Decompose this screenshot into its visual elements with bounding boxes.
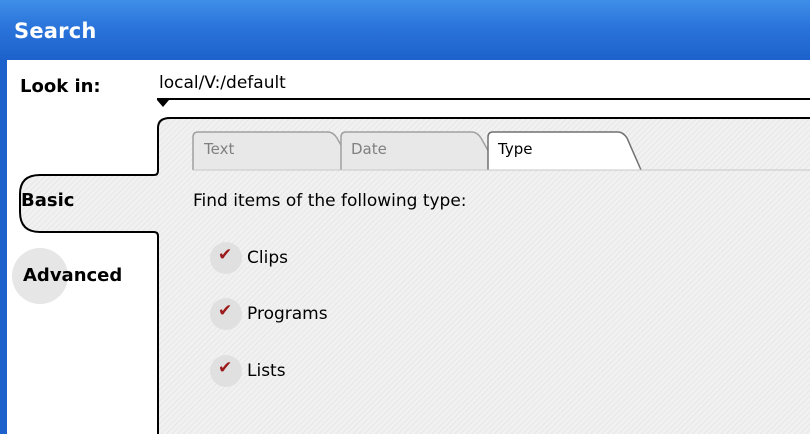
panel-heading: Find items of the following type:: [193, 191, 467, 211]
checkbox-label: Lists: [247, 361, 286, 381]
checkmark-icon: ✔: [218, 358, 233, 378]
side-tab-advanced[interactable]: Advanced: [23, 265, 122, 286]
checkbox-label: Clips: [247, 248, 288, 268]
tab-text-label[interactable]: Text: [204, 140, 234, 158]
search-window: Search Look in: local/V:/default Basic A: [0, 0, 810, 434]
tab-type-label[interactable]: Type: [498, 140, 532, 158]
tab-date-label[interactable]: Date: [351, 140, 387, 158]
checkbox-label: Programs: [247, 304, 328, 324]
checkmark-icon: ✔: [218, 245, 233, 265]
tab-panel: [19, 117, 810, 434]
checkmark-icon: ✔: [218, 301, 233, 321]
side-tab-basic[interactable]: Basic: [21, 190, 74, 211]
